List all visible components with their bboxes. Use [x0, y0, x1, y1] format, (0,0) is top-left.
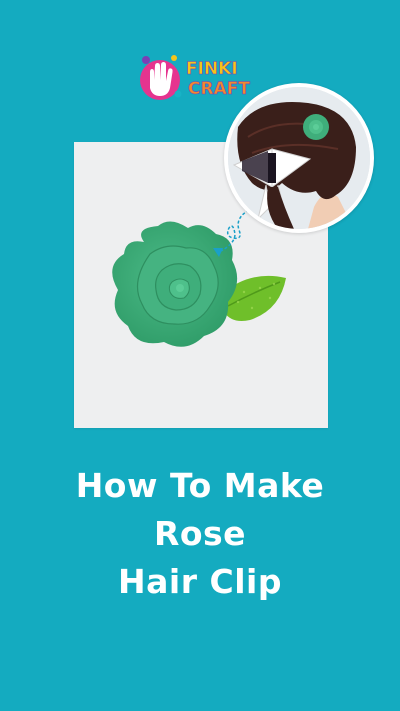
title-line-3: Hair Clip: [118, 562, 282, 601]
hair-model-photo: [224, 83, 374, 233]
page-title: How To Make Rose Hair Clip: [0, 462, 400, 606]
finki-craft-logo: FINKI CRAFT: [138, 50, 268, 106]
logo-line1: FINKI: [186, 59, 238, 79]
logo-line2: CRAFT: [188, 79, 250, 99]
hair-model-icon: [228, 87, 370, 229]
title-line-2: Rose: [153, 514, 247, 553]
hand-icon: FINKI CRAFT: [140, 55, 251, 100]
curly-arrow-icon: [205, 208, 255, 263]
title-line-1: How To Make: [75, 466, 325, 505]
